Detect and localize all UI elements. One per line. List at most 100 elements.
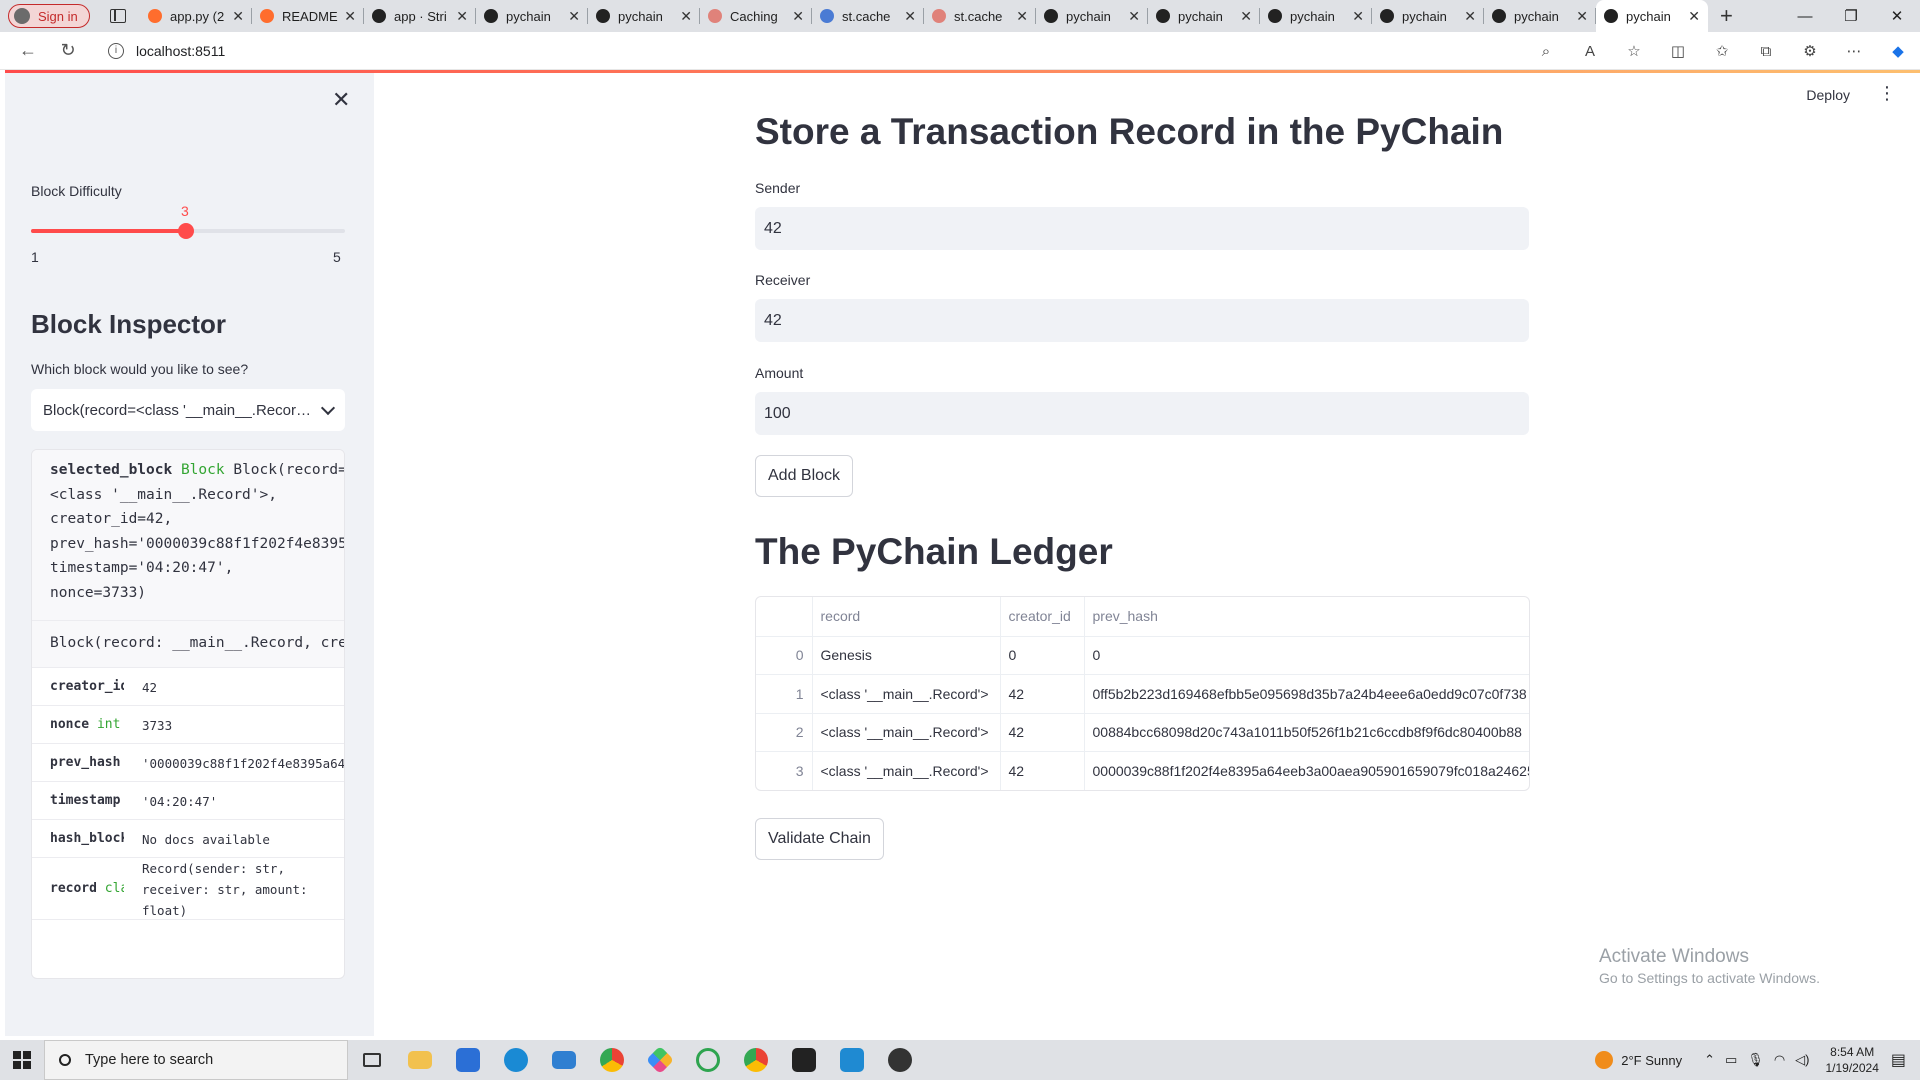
weather-icon[interactable] xyxy=(1595,1051,1614,1069)
close-tab-icon[interactable]: ✕ xyxy=(232,8,244,25)
ledger-table[interactable]: record creator_id prev_hash 0 Genesis 0 0 1 <cl… xyxy=(755,596,1530,791)
help-value-line: nonce=3733) xyxy=(50,584,147,601)
volume-icon[interactable]: ◁) xyxy=(1795,1052,1809,1068)
help-value-line: <class '__main__.Record'>, xyxy=(50,486,277,503)
new-tab-button[interactable]: + xyxy=(1720,3,1733,29)
close-tab-icon[interactable]: ✕ xyxy=(1352,8,1364,25)
close-tab-icon[interactable]: ✕ xyxy=(456,8,468,25)
app-pinwheel-icon[interactable] xyxy=(636,1040,684,1080)
table-column-header[interactable]: creator_id xyxy=(1000,597,1085,637)
clock[interactable]: 8:54 AM 1/19/2024 xyxy=(1825,1044,1878,1076)
browser-tab[interactable]: pychain ✕ xyxy=(1372,0,1484,32)
block-select[interactable]: Block(record=<class '__main__.Record'>, … xyxy=(31,389,345,431)
settings-menu-icon[interactable]: ⋯ xyxy=(1832,42,1876,60)
browser-tab[interactable]: pychain ✕ xyxy=(1484,0,1596,32)
github-icon xyxy=(1268,9,1282,23)
split-screen-icon[interactable]: ◫ xyxy=(1656,42,1700,60)
table-column-header[interactable]: record xyxy=(812,597,1001,637)
site-info-icon[interactable]: i xyxy=(108,42,124,59)
close-tab-icon[interactable]: ✕ xyxy=(1464,8,1476,25)
mail-icon[interactable] xyxy=(540,1040,588,1080)
close-tab-icon[interactable]: ✕ xyxy=(792,8,804,25)
edge-icon[interactable] xyxy=(492,1040,540,1080)
file-explorer-icon[interactable] xyxy=(396,1040,444,1080)
refresh-button[interactable]: ↻ xyxy=(48,40,88,61)
sign-in-button[interactable]: Sign in xyxy=(8,4,90,28)
vscode-icon[interactable] xyxy=(828,1040,876,1080)
close-sidebar-icon[interactable]: ✕ xyxy=(332,87,350,113)
read-aloud-icon[interactable]: A xyxy=(1568,43,1612,60)
main-menu-icon[interactable]: ⋮ xyxy=(1878,83,1896,104)
close-tab-icon[interactable]: ✕ xyxy=(1128,8,1140,25)
chrome-icon[interactable] xyxy=(588,1040,636,1080)
browser-tab[interactable]: pychain ✕ xyxy=(1596,0,1708,32)
task-view-icon[interactable] xyxy=(348,1040,396,1080)
tab-actions-icon[interactable] xyxy=(110,9,126,23)
table-row[interactable]: 0 Genesis 0 0 xyxy=(756,636,1529,676)
close-tab-icon[interactable]: ✕ xyxy=(1688,8,1700,25)
obs-icon[interactable] xyxy=(876,1040,924,1080)
browser-tab[interactable]: st.cache ✕ xyxy=(812,0,924,32)
browser-tab-title: st.cache xyxy=(842,8,891,24)
deploy-button[interactable]: Deploy xyxy=(1806,87,1850,103)
browser-tab[interactable]: st.cache ✕ xyxy=(924,0,1036,32)
favorite-star-icon[interactable]: ☆ xyxy=(1612,42,1656,60)
sender-input[interactable]: 42 xyxy=(755,207,1529,250)
start-button[interactable] xyxy=(0,1051,44,1069)
favorites-icon[interactable]: ✩ xyxy=(1700,42,1744,60)
chrome-alt-icon[interactable] xyxy=(732,1040,780,1080)
show-hidden-icons-icon[interactable]: ⌃ xyxy=(1704,1052,1715,1068)
refresh-app-icon[interactable] xyxy=(684,1040,732,1080)
extensions-icon[interactable]: ⚙ xyxy=(1788,42,1832,60)
profile-avatar-icon xyxy=(14,8,30,24)
back-button[interactable]: ← xyxy=(8,40,48,61)
close-tab-icon[interactable]: ✕ xyxy=(1016,8,1028,25)
help-attribute-value: No docs available xyxy=(142,832,270,847)
clock-time: 8:54 AM xyxy=(1830,1045,1875,1059)
zoom-icon[interactable]: ⌕ xyxy=(1524,43,1568,60)
browser-tab[interactable]: README ✕ xyxy=(252,0,364,32)
validate-chain-button[interactable]: Validate Chain xyxy=(755,818,884,860)
close-tab-icon[interactable]: ✕ xyxy=(1240,8,1252,25)
meet-now-icon[interactable]: ▭ xyxy=(1725,1052,1737,1068)
taskbar-search[interactable]: Type here to search xyxy=(44,1040,348,1080)
microphone-icon[interactable]: 🎙 xyxy=(1747,1052,1764,1068)
browser-tab[interactable]: pychain ✕ xyxy=(588,0,700,32)
close-tab-icon[interactable]: ✕ xyxy=(904,8,916,25)
add-block-button[interactable]: Add Block xyxy=(755,455,854,497)
close-tab-icon[interactable]: ✕ xyxy=(680,8,692,25)
close-window-button[interactable]: ✕ xyxy=(1874,0,1920,32)
collections-icon[interactable]: ⧉ xyxy=(1744,43,1788,60)
close-tab-icon[interactable]: ✕ xyxy=(568,8,580,25)
terminal-icon[interactable] xyxy=(780,1040,828,1080)
table-column-header[interactable] xyxy=(756,597,813,637)
weather-text[interactable]: 2°F Sunny xyxy=(1621,1053,1682,1068)
close-tab-icon[interactable]: ✕ xyxy=(1576,8,1588,25)
browser-tab[interactable]: app · Stri ✕ xyxy=(364,0,476,32)
table-column-header[interactable]: prev_hash xyxy=(1084,597,1529,637)
browser-tab[interactable]: app.py (2 ✕ xyxy=(140,0,252,32)
table-row[interactable]: 2 <class '__main__.Record'> 42 00884bcc6809… xyxy=(756,713,1529,753)
browser-tab[interactable]: pychain ✕ xyxy=(1148,0,1260,32)
close-tab-icon[interactable]: ✕ xyxy=(344,8,356,25)
browser-tab[interactable]: pychain ✕ xyxy=(1036,0,1148,32)
copilot-icon[interactable]: ◆ xyxy=(1876,42,1920,60)
table-header-row: record creator_id prev_hash xyxy=(756,597,1529,637)
restore-button[interactable]: ❐ xyxy=(1828,0,1874,32)
slider-value: 3 xyxy=(181,203,189,219)
network-icon[interactable]: ◠ xyxy=(1774,1052,1785,1068)
browser-tab[interactable]: pychain ✕ xyxy=(1260,0,1372,32)
receiver-input[interactable]: 42 xyxy=(755,299,1529,342)
browser-tab[interactable]: Caching ✕ xyxy=(700,0,812,32)
browser-tab[interactable]: pychain ✕ xyxy=(476,0,588,32)
block-help-panel[interactable]: selected_block Block Block(record= <clas… xyxy=(31,449,345,979)
store-icon[interactable] xyxy=(444,1040,492,1080)
table-row[interactable]: 3 <class '__main__.Record'> 42 0000039c88f1… xyxy=(756,751,1529,790)
notifications-icon[interactable]: ▤ xyxy=(1891,1050,1906,1070)
page-title: Store a Transaction Record in the PyChai… xyxy=(755,111,1504,152)
minimize-button[interactable]: — xyxy=(1782,0,1828,32)
amount-input[interactable]: 100 xyxy=(755,392,1529,435)
table-row[interactable]: 1 <class '__main__.Record'> 42 0ff5b2b223d1… xyxy=(756,674,1529,714)
difficulty-slider-thumb[interactable] xyxy=(178,223,194,239)
address-bar[interactable]: i localhost:8511 xyxy=(94,36,1474,66)
